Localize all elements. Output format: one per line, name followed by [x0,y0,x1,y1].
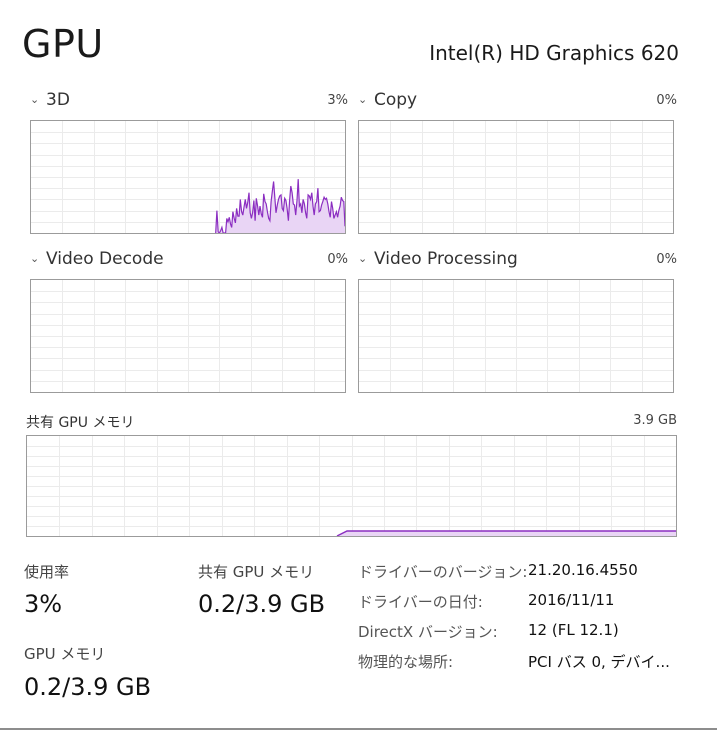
directx-version-value: 12 (FL 12.1) [528,621,619,639]
engine-percent: 0% [327,251,348,267]
shared-memory-label: 共有 GPU メモリ [198,563,315,581]
driver-date-label: ドライバーの日付: [358,593,483,611]
chevron-down-icon[interactable]: ⌄ [30,252,46,265]
directx-version-label: DirectX バージョン: [358,623,498,641]
gpu-memory-value: 0.2/3.9 GB [24,673,152,701]
usage-graph-svg [359,121,673,233]
engine-name: Copy [374,90,418,110]
utilization-label: 使用率 [24,563,70,581]
driver-version-label: ドライバーのバージョン: [358,563,528,581]
engine-graph-3d [30,120,346,234]
engine-header-video-processing[interactable]: ⌄ Video Processing 0% [358,247,677,271]
shared-memory-graph [26,435,677,537]
engine-percent: 0% [656,251,677,267]
engine-graph-copy [358,120,674,234]
graph-grid [359,121,673,233]
engine-name: 3D [46,90,70,110]
engine-graph-video-processing [358,279,674,393]
memory-area [337,531,676,536]
graph-grid [31,280,345,392]
usage-graph-svg [31,121,345,233]
utilization-value: 3% [24,590,63,618]
engine-graph-video-decode [30,279,346,393]
page-title: GPU [22,22,104,66]
usage-area [215,179,345,233]
engine-percent: 0% [656,92,677,108]
shared-memory-graph-label: 共有 GPU メモリ [26,415,135,431]
engine-percent: 3% [327,92,348,108]
engine-header-copy[interactable]: ⌄ Copy 0% [358,88,677,112]
physical-location-label: 物理的な場所: [358,653,454,671]
usage-graph-svg [359,280,673,392]
engine-header-video-decode[interactable]: ⌄ Video Decode 0% [30,247,348,271]
shared-memory-graph-max: 3.9 GB [633,413,677,428]
graph-grid [27,436,676,536]
engine-name: Video Decode [46,249,164,269]
chevron-down-icon[interactable]: ⌄ [30,93,46,106]
driver-version-value: 21.20.16.4550 [528,561,638,579]
graph-grid [359,280,673,392]
memory-graph-svg [27,436,676,536]
chevron-down-icon[interactable]: ⌄ [358,93,374,106]
shared-memory-value: 0.2/3.9 GB [198,590,326,618]
driver-date-value: 2016/11/11 [528,591,615,609]
usage-graph-svg [31,280,345,392]
engine-name: Video Processing [374,249,518,269]
engine-header-3d[interactable]: ⌄ 3D 3% [30,88,348,112]
adapter-name: Intel(R) HD Graphics 620 [429,41,679,65]
gpu-memory-label: GPU メモリ [24,645,106,663]
chevron-down-icon[interactable]: ⌄ [358,252,374,265]
physical-location-value: PCI バス 0, デバイ... [528,653,670,671]
